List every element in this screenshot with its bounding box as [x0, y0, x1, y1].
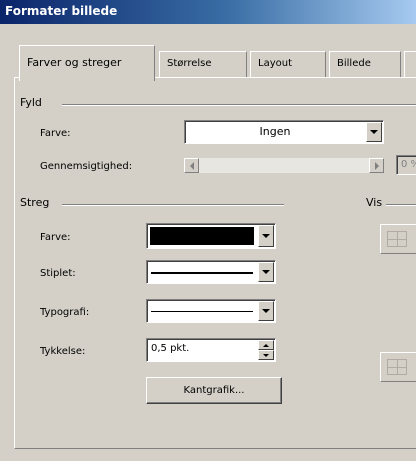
format-picture-dialog: Formater billede Farver og streger Størr… — [0, 0, 416, 461]
tab-picture[interactable]: Billede — [329, 51, 401, 77]
arrows-group-divider — [386, 204, 416, 206]
begin-arrow-preview[interactable] — [380, 224, 416, 254]
spin-down-icon[interactable] — [258, 350, 274, 360]
line-weight-spinner[interactable]: 0,5 pkt. — [146, 338, 276, 362]
tab-size[interactable]: Størrelse — [159, 51, 247, 77]
transparency-value-field[interactable]: 0 % — [396, 155, 416, 175]
line-group-divider — [62, 204, 284, 206]
title-bar[interactable]: Formater billede — [0, 0, 416, 24]
chevron-down-icon[interactable] — [366, 122, 382, 142]
chevron-down-icon[interactable] — [258, 225, 274, 247]
tab-overflow[interactable] — [404, 51, 416, 77]
dash-sample — [151, 272, 253, 274]
tab-layout[interactable]: Layout — [250, 51, 326, 77]
arrow-left-icon[interactable] — [184, 158, 199, 173]
line-dashed-dropdown[interactable] — [146, 260, 276, 284]
line-dashed-label: Stiplet: — [40, 268, 76, 279]
fill-color-value: Ingen — [259, 125, 291, 138]
fill-transparency-label: Gennemsigtighed: — [40, 161, 133, 172]
tab-strip: Farver og streger Størrelse Layout Bille… — [19, 43, 416, 81]
line-style-dropdown[interactable] — [146, 299, 276, 323]
line-color-dropdown[interactable] — [146, 223, 276, 249]
line-color-label: Farve: — [40, 232, 71, 243]
fill-group-divider — [62, 104, 416, 106]
border-art-button[interactable]: Kantgrafik... — [146, 377, 282, 404]
tab-colors-and-lines[interactable]: Farver og streger — [19, 45, 155, 81]
window-title: Formater billede — [5, 4, 118, 18]
line-weight-label: Tykkelse: — [40, 346, 86, 357]
line-style-label: Typografi: — [40, 307, 90, 318]
fill-color-label: Farve: — [40, 128, 71, 139]
spin-up-icon[interactable] — [258, 340, 274, 350]
line-color-swatch — [150, 227, 254, 245]
end-arrow-preview[interactable] — [380, 352, 416, 382]
transparency-slider[interactable] — [184, 158, 384, 173]
transparency-value: 0 % — [401, 159, 416, 170]
chevron-down-icon[interactable] — [258, 262, 274, 282]
chevron-down-icon[interactable] — [258, 301, 274, 321]
arrows-group-label: Vis — [366, 196, 387, 209]
line-group-label: Streg — [20, 196, 54, 209]
fill-color-dropdown[interactable]: Ingen — [184, 120, 384, 144]
fill-group-label: Fyld — [20, 96, 46, 109]
arrow-right-icon[interactable] — [369, 158, 384, 173]
style-sample — [151, 311, 253, 312]
line-weight-value[interactable]: 0,5 pkt. — [151, 343, 189, 354]
